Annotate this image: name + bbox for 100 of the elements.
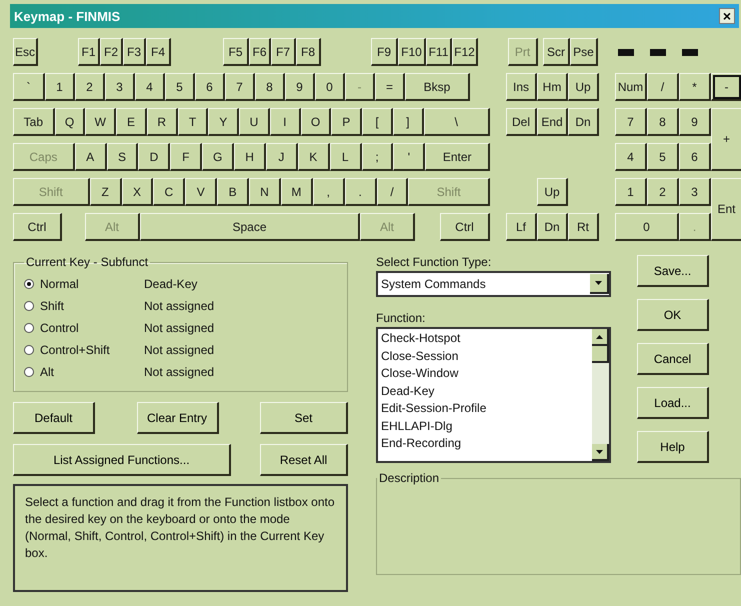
keyboard-key[interactable]: Y bbox=[208, 108, 240, 136]
keyboard-key[interactable]: S bbox=[106, 143, 138, 171]
keyboard-key[interactable]: T bbox=[178, 108, 208, 136]
keyboard-key[interactable]: + bbox=[711, 108, 741, 171]
keyboard-key[interactable]: F12 bbox=[452, 38, 478, 66]
keyboard-key[interactable]: F11 bbox=[426, 38, 452, 66]
keyboard-key[interactable]: 3 bbox=[105, 73, 135, 101]
keyboard-key[interactable]: = bbox=[375, 73, 405, 101]
keyboard-key[interactable]: F3 bbox=[123, 38, 146, 66]
keyboard-key[interactable]: Hm bbox=[537, 73, 568, 101]
function-list-item[interactable]: Dead-Key bbox=[381, 382, 589, 400]
keyboard-key[interactable]: \ bbox=[424, 108, 490, 136]
keyboard-key[interactable]: A bbox=[74, 143, 107, 171]
keyboard-key[interactable]: J bbox=[266, 143, 298, 171]
keyboard-key[interactable]: Z bbox=[90, 178, 122, 206]
keyboard-key[interactable]: 2 bbox=[647, 178, 679, 206]
keyboard-key[interactable]: Dn bbox=[537, 213, 568, 241]
keyboard-key[interactable]: C bbox=[153, 178, 186, 206]
keyboard-key[interactable]: F7 bbox=[271, 38, 296, 66]
dialog-button[interactable]: Load... bbox=[637, 387, 709, 419]
keyboard-key[interactable]: , bbox=[312, 178, 345, 206]
keyboard-key[interactable]: 8 bbox=[647, 108, 679, 136]
function-list-item[interactable]: Check-Hotspot bbox=[381, 330, 589, 348]
keyboard-key[interactable]: / bbox=[376, 178, 408, 206]
keyboard-key[interactable]: Esc bbox=[13, 38, 38, 66]
keyboard-key[interactable]: 9 bbox=[679, 108, 711, 136]
keyboard-key[interactable]: ; bbox=[362, 143, 394, 171]
function-list-item[interactable]: EHLLAPI-Dlg bbox=[381, 418, 589, 435]
function-list-item[interactable]: Close-Window bbox=[381, 365, 589, 382]
dialog-button[interactable]: Cancel bbox=[637, 343, 709, 375]
keyboard-key[interactable]: 6 bbox=[679, 143, 711, 171]
keyboard-key[interactable]: F2 bbox=[100, 38, 123, 66]
keyboard-key[interactable]: 7 bbox=[225, 73, 255, 101]
function-list-item[interactable]: End-Recording bbox=[381, 435, 589, 452]
function-list-item[interactable]: Close-Session bbox=[381, 348, 589, 365]
keyboard-key[interactable]: Bksp bbox=[405, 73, 470, 101]
scrollbar[interactable] bbox=[592, 329, 609, 461]
keyboard-key[interactable]: Tab bbox=[13, 108, 55, 136]
keyboard-key[interactable]: F1 bbox=[78, 38, 100, 66]
keyboard-key[interactable]: 0 bbox=[615, 213, 679, 241]
keyboard-key[interactable]: 2 bbox=[75, 73, 105, 101]
keyboard-key[interactable]: 5 bbox=[165, 73, 195, 101]
keyboard-key[interactable]: Ent bbox=[711, 178, 741, 241]
keyboard-key[interactable]: Ctrl bbox=[13, 213, 62, 241]
keyboard-key[interactable]: X bbox=[122, 178, 154, 206]
keyboard-key[interactable]: F9 bbox=[371, 38, 398, 66]
dialog-button[interactable]: OK bbox=[637, 299, 709, 331]
keyboard-key[interactable]: ` bbox=[13, 73, 45, 101]
keyboard-key[interactable]: E bbox=[116, 108, 147, 136]
keyboard-key[interactable]: G bbox=[202, 143, 234, 171]
keyboard-key[interactable]: Lf bbox=[506, 213, 537, 241]
keyboard-key[interactable]: N bbox=[249, 178, 281, 206]
keyboard-key[interactable]: . bbox=[344, 178, 377, 206]
keyboard-key[interactable]: I bbox=[270, 108, 301, 136]
keyboard-key[interactable]: / bbox=[647, 73, 679, 101]
keyboard-key[interactable]: 4 bbox=[615, 143, 647, 171]
keyboard-key[interactable]: 0 bbox=[315, 73, 345, 101]
keyboard-key[interactable]: Ins bbox=[506, 73, 537, 101]
radio-button[interactable] bbox=[24, 279, 34, 289]
keyboard-key[interactable]: 8 bbox=[255, 73, 285, 101]
function-type-dropdown[interactable]: System Commands bbox=[376, 271, 611, 297]
radio-button[interactable] bbox=[24, 345, 34, 355]
keyboard-key[interactable]: R bbox=[146, 108, 178, 136]
default-button[interactable]: Default bbox=[13, 402, 95, 434]
keyboard-key[interactable]: Scr bbox=[543, 38, 570, 66]
keyboard-key[interactable]: F6 bbox=[249, 38, 271, 66]
keyboard-key[interactable]: Dn bbox=[568, 108, 599, 136]
radio-button[interactable] bbox=[24, 367, 34, 377]
keyboard-key[interactable]: 5 bbox=[647, 143, 679, 171]
keyboard-key[interactable]: F bbox=[170, 143, 202, 171]
keyboard-key[interactable]: K bbox=[298, 143, 330, 171]
keyboard-key[interactable]: * bbox=[679, 73, 711, 101]
scrollbar-thumb[interactable] bbox=[592, 346, 609, 363]
keyboard-key[interactable]: F8 bbox=[296, 38, 321, 66]
keyboard-key[interactable]: L bbox=[330, 143, 362, 171]
keyboard-key[interactable]: - bbox=[711, 73, 741, 101]
keyboard-key[interactable]: 3 bbox=[679, 178, 711, 206]
keyboard-key[interactable]: P bbox=[331, 108, 362, 136]
keyboard-key[interactable]: 9 bbox=[285, 73, 315, 101]
keyboard-key[interactable]: Space bbox=[140, 213, 360, 241]
dialog-button[interactable]: Save... bbox=[637, 255, 709, 287]
keyboard-key[interactable]: H bbox=[234, 143, 266, 171]
function-list-item[interactable]: Edit-Session-Profile bbox=[381, 400, 589, 418]
radio-button[interactable] bbox=[24, 301, 34, 311]
keyboard-key[interactable]: D bbox=[138, 143, 170, 171]
reset-all-button[interactable]: Reset All bbox=[260, 444, 348, 476]
keyboard-key[interactable]: Up bbox=[568, 73, 599, 101]
keyboard-key[interactable]: ] bbox=[392, 108, 424, 136]
keyboard-key[interactable]: ' bbox=[393, 143, 426, 171]
keyboard-key[interactable]: U bbox=[239, 108, 270, 136]
keyboard-key[interactable]: End bbox=[537, 108, 568, 136]
keyboard-key[interactable]: Q bbox=[54, 108, 86, 136]
keyboard-key[interactable]: B bbox=[217, 178, 250, 206]
keyboard-key[interactable]: W bbox=[85, 108, 116, 136]
keyboard-key[interactable]: Enter bbox=[425, 143, 490, 171]
keyboard-key[interactable]: Rt bbox=[568, 213, 599, 241]
keyboard-key[interactable]: F5 bbox=[223, 38, 249, 66]
keyboard-key[interactable]: F4 bbox=[146, 38, 171, 66]
keyboard-key[interactable]: [ bbox=[362, 108, 393, 136]
keyboard-key[interactable]: O bbox=[300, 108, 332, 136]
